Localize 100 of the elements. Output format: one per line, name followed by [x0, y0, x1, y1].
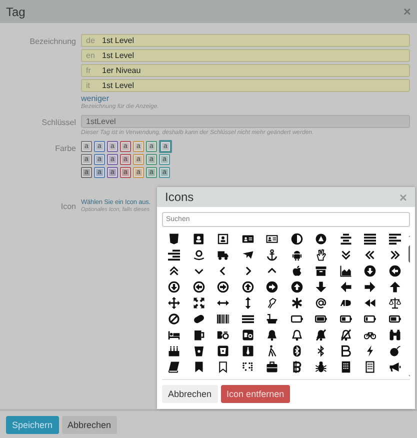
expand-icon[interactable] — [192, 297, 205, 309]
walking-person-icon[interactable] — [266, 345, 278, 357]
robot-icon[interactable] — [290, 249, 303, 261]
align-left-icon[interactable] — [388, 233, 401, 245]
circle-arrow-down-icon[interactable] — [364, 265, 376, 277]
building-icon[interactable] — [364, 361, 376, 373]
bell-icon[interactable] — [290, 329, 303, 341]
save-button[interactable]: Speichern — [6, 416, 59, 434]
apple-icon[interactable] — [290, 265, 303, 277]
battery-icon[interactable] — [290, 313, 303, 325]
menu-icon[interactable] — [242, 313, 254, 325]
language-code: fr — [86, 66, 92, 75]
align-right-icon[interactable] — [168, 249, 180, 261]
bug-icon[interactable] — [315, 361, 328, 373]
field-label: Farbe — [54, 143, 76, 155]
bitcoin-icon[interactable] — [290, 361, 303, 373]
rewind-icon[interactable] — [364, 297, 376, 309]
area-chart-icon[interactable] — [340, 265, 352, 277]
input-field[interactable]: fr 1er Niveau — [81, 64, 410, 77]
mug-icon[interactable] — [192, 329, 205, 341]
circle-arrow-right-icon[interactable] — [266, 281, 278, 293]
logo-icon[interactable] — [217, 329, 230, 341]
briefcase-icon[interactable] — [266, 361, 278, 373]
bed-icon[interactable] — [168, 329, 180, 341]
bell-icon[interactable] — [266, 329, 278, 341]
binoculars-icon[interactable] — [388, 329, 401, 341]
field-value: 1st Level — [102, 81, 134, 90]
less-link[interactable]: weniger — [81, 94, 410, 103]
tie-icon[interactable] — [242, 345, 254, 357]
book-icon[interactable] — [168, 361, 180, 373]
battery-icon[interactable] — [315, 313, 328, 325]
building-icon[interactable] — [340, 361, 352, 373]
bomb-icon[interactable] — [388, 345, 401, 357]
field-value: 1er Niveau — [102, 66, 141, 75]
double-chevron-down-icon[interactable] — [340, 249, 352, 261]
circle-arrow-down-icon[interactable] — [168, 281, 180, 293]
arrow-up-icon[interactable] — [388, 281, 401, 293]
circle-arrow-up-icon[interactable] — [242, 281, 254, 293]
square-logo-icon[interactable] — [242, 329, 254, 341]
double-chevron-left-icon[interactable] — [364, 249, 376, 261]
id-card-icon[interactable] — [242, 233, 254, 245]
bell-slash-icon[interactable] — [315, 329, 328, 341]
bookmark-icon[interactable] — [217, 361, 230, 373]
contact-book-icon[interactable] — [192, 233, 205, 245]
plane-icon[interactable] — [242, 249, 254, 261]
contact-card-icon[interactable] — [217, 233, 230, 245]
arrow-down-icon[interactable] — [315, 281, 328, 293]
bucket-icon[interactable] — [192, 345, 205, 357]
bell-slash-icon[interactable] — [340, 329, 352, 341]
arrow-left-icon[interactable] — [340, 281, 352, 293]
battery-icon[interactable] — [340, 313, 352, 325]
shield-icon[interactable] — [168, 233, 180, 245]
field-label: Bezeichnung — [28, 36, 76, 48]
archive-icon[interactable] — [315, 265, 328, 277]
scale-icon[interactable] — [388, 297, 401, 309]
braille-icon[interactable] — [242, 361, 254, 373]
field-label: Schlüssel — [40, 117, 76, 129]
move-icon[interactable] — [168, 297, 180, 309]
dialog-title: Icons — [165, 190, 194, 204]
circle-icon[interactable] — [315, 233, 328, 245]
megaphone-icon[interactable] — [388, 361, 401, 373]
bold-icon[interactable] — [340, 345, 352, 357]
battery-icon[interactable] — [388, 313, 401, 325]
half-circle-icon[interactable] — [290, 233, 303, 245]
field-value: 1st Level — [102, 36, 134, 45]
justify-icon[interactable] — [364, 233, 376, 245]
circle-arrow-up-icon[interactable] — [290, 281, 303, 293]
arrow-right-icon[interactable] — [364, 281, 376, 293]
hand-icon[interactable] — [315, 249, 328, 261]
input-field[interactable]: en 1st Level — [81, 49, 410, 62]
window-title: Tag — [6, 4, 26, 18]
battery-icon[interactable] — [364, 313, 376, 325]
cake-icon[interactable] — [168, 345, 180, 357]
ban-icon[interactable] — [168, 313, 180, 325]
align-center-icon[interactable] — [340, 233, 352, 245]
barcode-icon[interactable] — [217, 313, 230, 325]
bandage-icon[interactable] — [192, 313, 205, 325]
cancel-button[interactable]: Abbrechen — [162, 385, 218, 403]
bucket-square-icon[interactable] — [217, 345, 230, 357]
language-code: it — [86, 81, 91, 90]
cancel-button[interactable]: Abbrechen — [62, 416, 118, 434]
bathtub-icon[interactable] — [266, 313, 278, 325]
field-label: Icon — [60, 201, 76, 213]
circle-arrow-right-icon[interactable] — [217, 281, 230, 293]
anchor-icon[interactable] — [266, 249, 278, 261]
bluetooth-icon[interactable] — [290, 345, 303, 357]
asterisk-icon[interactable] — [290, 297, 303, 309]
double-chevron-right-icon[interactable] — [388, 249, 401, 261]
language-code: en — [86, 51, 94, 60]
input-field[interactable]: de 1st Level — [81, 34, 410, 47]
id-card-icon[interactable] — [266, 233, 278, 245]
truck-icon[interactable] — [217, 249, 230, 261]
remove-icon-button[interactable]: Icon entfernen — [220, 385, 290, 403]
input-field[interactable]: it 1st Level — [81, 79, 410, 92]
double-chevron-up-icon[interactable] — [168, 265, 180, 277]
circle-arrow-left-icon[interactable] — [388, 265, 401, 277]
circle-arrow-left-icon[interactable] — [192, 281, 205, 293]
bookmark-icon[interactable] — [192, 361, 205, 373]
at-sign-icon[interactable] — [315, 297, 328, 309]
audio-description-icon[interactable] — [340, 297, 352, 309]
